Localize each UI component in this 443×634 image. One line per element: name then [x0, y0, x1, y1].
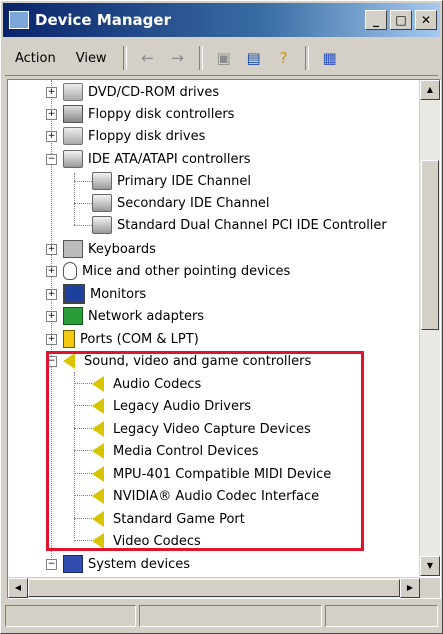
horizontal-scrollbar[interactable]: ◀ ▶	[8, 577, 420, 598]
mouse-icon	[63, 262, 77, 280]
toolbar-separator	[304, 46, 309, 70]
expand-icon[interactable]: +	[46, 108, 57, 120]
tree-item-network-adapters[interactable]: + Network adapters	[46, 305, 204, 327]
scroll-right-arrow-icon[interactable]: ▶	[400, 578, 420, 598]
scan-hardware-icon[interactable]: ▦	[318, 47, 342, 69]
tree-item-standard-dual-channel-pci-ide[interactable]: Standard Dual Channel PCI IDE Controller	[92, 214, 387, 236]
tree-item-secondary-ide-channel[interactable]: Secondary IDE Channel	[92, 192, 270, 214]
minimize-button[interactable]: _	[365, 10, 387, 30]
collapse-icon[interactable]: −	[46, 558, 57, 570]
tree-item-label: System devices	[88, 556, 191, 572]
menu-view[interactable]: View	[66, 51, 117, 66]
controller-icon	[63, 105, 83, 123]
device-tree-pane: + DVD/CD-ROM drives + Floppy disk contro…	[7, 79, 441, 599]
tree-item-label: Standard Dual Channel PCI IDE Controller	[117, 217, 387, 233]
toolbar-separator	[122, 46, 127, 70]
ide-channel-icon	[92, 216, 112, 234]
monitor-icon	[63, 284, 85, 304]
expand-icon[interactable]: +	[46, 310, 57, 322]
expand-icon[interactable]: +	[46, 130, 57, 142]
expand-icon[interactable]: +	[46, 333, 57, 345]
properties-icon[interactable]: ▤	[242, 47, 266, 69]
menu-action[interactable]: Action	[5, 51, 66, 66]
status-panel	[139, 605, 322, 627]
collapse-icon[interactable]: −	[46, 153, 57, 165]
tree-item-label: Network adapters	[88, 308, 205, 324]
tree-item-label: Primary IDE Channel	[117, 173, 251, 189]
port-icon	[63, 330, 75, 348]
device-manager-window: Device Manager _ □ ✕ Action View ← → ▣ ▤…	[0, 0, 443, 634]
tree-item-floppy-disk-controllers[interactable]: + Floppy disk controllers	[46, 103, 234, 125]
back-arrow-icon[interactable]: ←	[136, 47, 160, 69]
expand-icon[interactable]: +	[46, 288, 57, 300]
status-panel	[5, 605, 137, 627]
tree-item-label: DVD/CD-ROM drives	[88, 84, 220, 100]
expand-icon[interactable]: +	[46, 265, 57, 277]
scroll-left-arrow-icon[interactable]: ◀	[8, 578, 28, 598]
toolbar-separator	[198, 46, 203, 70]
tree-item-label: Monitors	[90, 286, 147, 302]
status-panel	[324, 605, 438, 627]
ide-channel-icon	[92, 172, 112, 190]
tree-item-floppy-disk-drives[interactable]: + Floppy disk drives	[46, 125, 205, 147]
device-tree: + DVD/CD-ROM drives + Floppy disk contro…	[8, 80, 420, 576]
tree-item-system-devices[interactable]: − System devices	[46, 553, 190, 575]
scroll-down-arrow-icon[interactable]: ▼	[420, 556, 440, 576]
keyboard-icon	[63, 240, 83, 258]
vertical-scroll-thumb[interactable]	[421, 160, 439, 330]
help-icon[interactable]: ?	[272, 47, 296, 69]
vertical-scrollbar[interactable]: ▲ ▼	[419, 80, 440, 576]
ide-channel-icon	[92, 194, 112, 212]
expand-icon[interactable]: +	[46, 243, 57, 255]
tree-item-label: Ports (COM & LPT)	[80, 331, 199, 347]
title-bar[interactable]: Device Manager _ □ ✕	[3, 3, 440, 37]
tree-item-ide-controllers[interactable]: − IDE ATA/ATAPI controllers	[46, 148, 251, 170]
system-devices-icon	[63, 555, 83, 573]
window-title: Device Manager	[35, 11, 171, 29]
tree-item-dvd-cdrom-drives[interactable]: + DVD/CD-ROM drives	[46, 81, 219, 103]
tree-item-primary-ide-channel[interactable]: Primary IDE Channel	[92, 170, 251, 192]
horizontal-scroll-thumb[interactable]	[28, 579, 400, 597]
scroll-up-arrow-icon[interactable]: ▲	[420, 80, 440, 100]
highlight-box-sound-group	[46, 351, 364, 551]
close-button[interactable]: ✕	[415, 10, 437, 30]
tree-item-ports[interactable]: + Ports (COM & LPT)	[46, 328, 199, 350]
dvd-drive-icon	[63, 83, 83, 101]
tree-item-label: Keyboards	[88, 241, 156, 257]
tree-item-label: Secondary IDE Channel	[117, 195, 270, 211]
scrollbar-corner	[420, 578, 440, 598]
tree-item-label: IDE ATA/ATAPI controllers	[88, 151, 251, 167]
floppy-drive-icon	[63, 127, 83, 145]
maximize-button[interactable]: □	[390, 10, 412, 30]
tree-item-label: Mice and other pointing devices	[82, 263, 291, 279]
expand-icon[interactable]: +	[46, 86, 57, 98]
tree-item-label: Floppy disk controllers	[88, 106, 235, 122]
device-manager-app-icon	[9, 11, 29, 29]
tree-item-keyboards[interactable]: + Keyboards	[46, 238, 156, 260]
status-bar	[5, 605, 438, 629]
forward-arrow-icon[interactable]: →	[166, 47, 190, 69]
network-adapter-icon	[63, 307, 83, 325]
tree-item-label: Floppy disk drives	[88, 128, 206, 144]
tree-item-monitors[interactable]: + Monitors	[46, 283, 146, 305]
folder-up-icon[interactable]: ▣	[212, 47, 236, 69]
tree-item-mice[interactable]: + Mice and other pointing devices	[46, 260, 290, 282]
ide-controller-icon	[63, 150, 83, 168]
toolbar: Action View ← → ▣ ▤ ? ▦	[5, 41, 438, 76]
